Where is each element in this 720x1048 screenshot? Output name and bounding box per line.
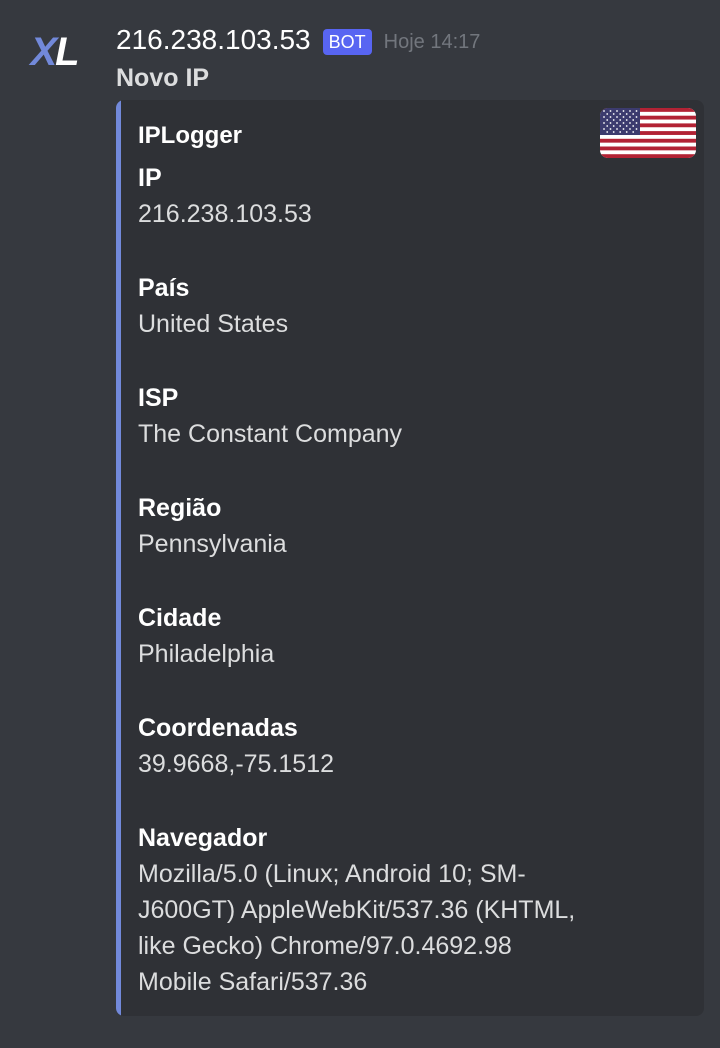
avatar-letter-x: X (30, 30, 57, 74)
embed-field-city: Cidade Philadelphia (138, 600, 578, 672)
field-value: Pennsylvania (138, 530, 287, 558)
embed-title: IPLogger (138, 122, 243, 149)
field-name: Coordenadas (138, 714, 298, 742)
message-content: Novo IP (116, 64, 210, 92)
embed-field-browser: Navegador Mozilla/5.0 (Linux; Android 10… (138, 820, 578, 1000)
field-value: United States (138, 310, 289, 338)
embed-field-region: Região Pennsylvania (138, 490, 578, 562)
field-value: Mozilla/5.0 (Linux; Android 10; SM-J600G… (138, 860, 576, 996)
field-name: IP (138, 164, 162, 192)
chat-message: XL 216.238.103.53 BOT Hoje 14:17 Novo IP… (0, 0, 720, 1048)
avatar-letter-l: L (55, 30, 79, 74)
avatar-logo: XL (30, 30, 79, 74)
field-name: Cidade (138, 604, 222, 632)
embed-accent-bar (116, 100, 121, 1016)
embed-card: IPLogger IP 216.238.103.53 País United S… (116, 100, 704, 1016)
us-flag-icon[interactable] (600, 108, 696, 158)
username[interactable]: 216.238.103.53 (116, 24, 311, 56)
embed-field-isp: ISP The Constant Company (138, 380, 578, 452)
field-name: ISP (138, 384, 179, 412)
bot-badge: BOT (322, 29, 372, 55)
field-value: 39.9668,-75.1512 (138, 750, 335, 778)
embed-field-country: País United States (138, 270, 578, 342)
field-name: Navegador (138, 824, 268, 852)
field-value: The Constant Company (138, 420, 403, 448)
message-header: 216.238.103.53 BOT Hoje 14:17 (116, 22, 480, 58)
field-value: 216.238.103.53 (138, 200, 312, 228)
field-value: Philadelphia (138, 640, 275, 668)
avatar[interactable]: XL (24, 28, 84, 76)
message-timestamp: Hoje 14:17 (383, 30, 481, 53)
embed-field-ip: IP 216.238.103.53 (138, 160, 578, 232)
embed-field-coordinates: Coordenadas 39.9668,-75.1512 (138, 710, 578, 782)
field-name: País (138, 274, 190, 302)
field-name: Região (138, 494, 222, 522)
